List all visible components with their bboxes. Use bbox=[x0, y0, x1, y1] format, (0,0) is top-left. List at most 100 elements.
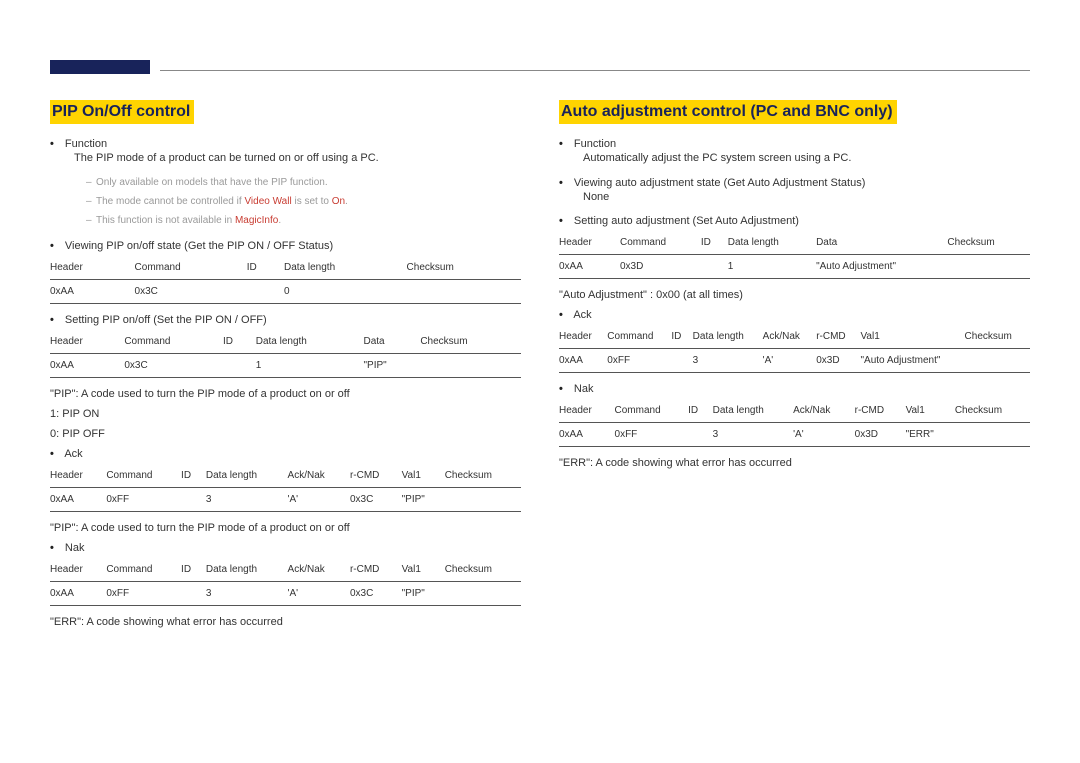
td: 0 bbox=[284, 279, 407, 303]
td: 0xAA bbox=[559, 255, 620, 279]
function-description: The PIP mode of a product can be turned … bbox=[50, 150, 521, 167]
td: 3 bbox=[206, 581, 288, 605]
td: 0xAA bbox=[50, 581, 106, 605]
th: r-CMD bbox=[350, 558, 402, 582]
set-heading: Setting auto adjustment (Set Auto Adjust… bbox=[574, 215, 799, 227]
function-heading: Function bbox=[574, 138, 616, 150]
th: Val1 bbox=[402, 558, 445, 582]
td: 0xAA bbox=[50, 353, 124, 377]
th: Command bbox=[124, 330, 223, 354]
th: Data length bbox=[256, 330, 364, 354]
pip-section-title: PIP On/Off control bbox=[50, 100, 194, 124]
pip-note: Only available on models that have the P… bbox=[86, 173, 521, 192]
bullet-icon: • bbox=[50, 138, 62, 150]
th: Command bbox=[135, 256, 247, 280]
td: 0xFF bbox=[607, 349, 671, 373]
pip-nak-table: Header Command ID Data length Ack/Nak r-… bbox=[50, 558, 521, 606]
td bbox=[688, 423, 712, 447]
th: r-CMD bbox=[350, 464, 402, 488]
th: ID bbox=[701, 231, 728, 255]
auto-view-block: • Viewing auto adjustment state (Get Aut… bbox=[559, 177, 1030, 206]
td: 0x3D bbox=[620, 255, 701, 279]
pip-note: The mode cannot be controlled if Video W… bbox=[86, 192, 521, 211]
header-thin-rule bbox=[160, 70, 1030, 71]
td bbox=[181, 487, 206, 511]
auto-adj-desc: "Auto Adjustment" : 0x00 (at all times) bbox=[559, 289, 1030, 301]
th: ID bbox=[181, 558, 206, 582]
th: Header bbox=[559, 231, 620, 255]
td: 0xFF bbox=[615, 423, 689, 447]
td: 0x3D bbox=[855, 423, 906, 447]
th: Command bbox=[620, 231, 701, 255]
pip-err-desc: "ERR": A code showing what error has occ… bbox=[50, 616, 521, 628]
bullet-icon: • bbox=[559, 215, 571, 227]
ack-heading: Ack bbox=[573, 309, 591, 321]
td: "ERR" bbox=[906, 423, 955, 447]
function-heading: Function bbox=[65, 138, 107, 150]
pip-function-block: • Function The PIP mode of a product can… bbox=[50, 138, 521, 230]
td bbox=[247, 279, 284, 303]
pip-set-table: Header Command ID Data length Data Check… bbox=[50, 330, 521, 378]
th: Val1 bbox=[402, 464, 445, 488]
td: 0x3C bbox=[350, 581, 402, 605]
pip-view-table: Header Command ID Data length Checksum 0… bbox=[50, 256, 521, 304]
pip-on-value: 1: PIP ON bbox=[50, 408, 521, 420]
td: 'A' bbox=[288, 581, 350, 605]
td bbox=[671, 349, 692, 373]
th: r-CMD bbox=[816, 325, 860, 349]
td: 3 bbox=[713, 423, 793, 447]
pip-ack-table: Header Command ID Data length Ack/Nak r-… bbox=[50, 464, 521, 512]
view-none: None bbox=[559, 189, 1030, 206]
td bbox=[955, 423, 1030, 447]
td bbox=[181, 581, 206, 605]
th: ID bbox=[671, 325, 692, 349]
th: Header bbox=[50, 558, 106, 582]
td: "Auto Adjustment" bbox=[816, 255, 947, 279]
th: ID bbox=[247, 256, 284, 280]
th: Ack/Nak bbox=[793, 399, 855, 423]
bullet-icon: • bbox=[559, 309, 571, 321]
td: 0x3C bbox=[350, 487, 402, 511]
td: 0xAA bbox=[50, 487, 106, 511]
td: 'A' bbox=[763, 349, 817, 373]
ack-heading: Ack bbox=[64, 448, 82, 460]
th: Checksum bbox=[420, 330, 521, 354]
bullet-icon: • bbox=[50, 240, 62, 252]
th: Command bbox=[106, 558, 181, 582]
th: Header bbox=[559, 399, 615, 423]
th: ID bbox=[688, 399, 712, 423]
td: 0xAA bbox=[50, 279, 135, 303]
two-column-layout: PIP On/Off control • Function The PIP mo… bbox=[50, 100, 1030, 630]
td bbox=[445, 487, 521, 511]
td: 1 bbox=[728, 255, 816, 279]
view-state-heading: Viewing auto adjustment state (Get Auto … bbox=[574, 177, 865, 189]
th: Header bbox=[50, 464, 106, 488]
th: ID bbox=[223, 330, 256, 354]
th: Header bbox=[50, 256, 135, 280]
td bbox=[701, 255, 728, 279]
pip-ack-block: • Ack Header Command ID Data length Ack/… bbox=[50, 448, 521, 512]
bullet-icon: • bbox=[50, 314, 62, 326]
pip-code-desc: "PIP": A code used to turn the PIP mode … bbox=[50, 388, 521, 400]
right-column: Auto adjustment control (PC and BNC only… bbox=[559, 100, 1030, 630]
auto-set-table: Header Command ID Data length Data Check… bbox=[559, 231, 1030, 279]
function-description: Automatically adjust the PC system scree… bbox=[559, 150, 1030, 167]
left-column: PIP On/Off control • Function The PIP mo… bbox=[50, 100, 521, 630]
auto-section-title: Auto adjustment control (PC and BNC only… bbox=[559, 100, 897, 124]
td: 0xAA bbox=[559, 423, 615, 447]
td: 3 bbox=[693, 349, 763, 373]
th: Checksum bbox=[955, 399, 1030, 423]
pip-note: This function is not available in MagicI… bbox=[86, 211, 521, 230]
auto-err-desc: "ERR": A code showing what error has occ… bbox=[559, 457, 1030, 469]
header-accent-bar bbox=[50, 60, 150, 74]
auto-function-block: • Function Automatically adjust the PC s… bbox=[559, 138, 1030, 167]
th: Data length bbox=[284, 256, 407, 280]
th: Command bbox=[607, 325, 671, 349]
td bbox=[965, 349, 1030, 373]
td bbox=[445, 581, 521, 605]
th: r-CMD bbox=[855, 399, 906, 423]
th: Ack/Nak bbox=[288, 464, 350, 488]
td: "PIP" bbox=[363, 353, 420, 377]
td: 3 bbox=[206, 487, 288, 511]
td: 0xAA bbox=[559, 349, 607, 373]
